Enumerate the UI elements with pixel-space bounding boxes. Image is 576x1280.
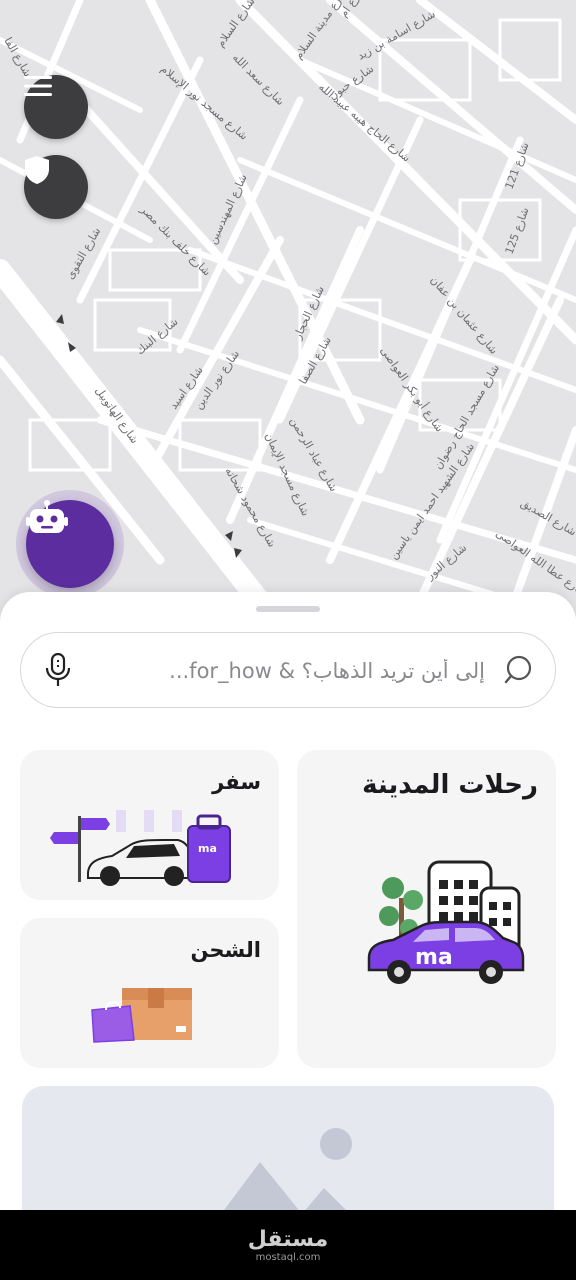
menu-button[interactable]: [24, 75, 88, 139]
search-input[interactable]: [101, 649, 485, 693]
assistant-button[interactable]: [26, 500, 114, 588]
safety-button[interactable]: [24, 155, 88, 219]
hamburger-menu-icon: [24, 76, 52, 96]
search-icon[interactable]: [503, 655, 535, 687]
bottom-sheet: رحلات المدينة ma: [0, 592, 576, 1226]
travel-illustration: ma: [50, 810, 231, 886]
shipping-card[interactable]: الشحن: [20, 918, 279, 1068]
city-rides-label: رحلات المدينة: [362, 770, 538, 800]
car-logo-text: ma: [415, 945, 453, 970]
city-car-illustration: ma: [367, 860, 525, 984]
shipping-label: الشحن: [190, 938, 262, 962]
microphone-icon[interactable]: [45, 653, 71, 687]
travel-card[interactable]: سفر ma: [20, 750, 279, 900]
luggage-logo-text: ma: [198, 842, 217, 855]
travel-label: سفر: [212, 770, 261, 794]
sheet-drag-handle[interactable]: [256, 606, 320, 612]
city-rides-card[interactable]: رحلات المدينة ma: [297, 750, 556, 1068]
watermark-bar: مستقل mostaql.com: [0, 1210, 576, 1280]
watermark-url: mostaql.com: [255, 1251, 321, 1263]
robot-icon: [26, 500, 68, 533]
shield-icon: [25, 156, 49, 184]
promo-banner-placeholder[interactable]: [22, 1086, 554, 1226]
map-view[interactable]: شارع الفا شارع السلام شارع مدينة السلام …: [0, 0, 576, 640]
shipping-box-illustration: [91, 988, 192, 1043]
search-bar[interactable]: [20, 632, 556, 708]
watermark-brand: مستقل: [247, 1226, 329, 1252]
